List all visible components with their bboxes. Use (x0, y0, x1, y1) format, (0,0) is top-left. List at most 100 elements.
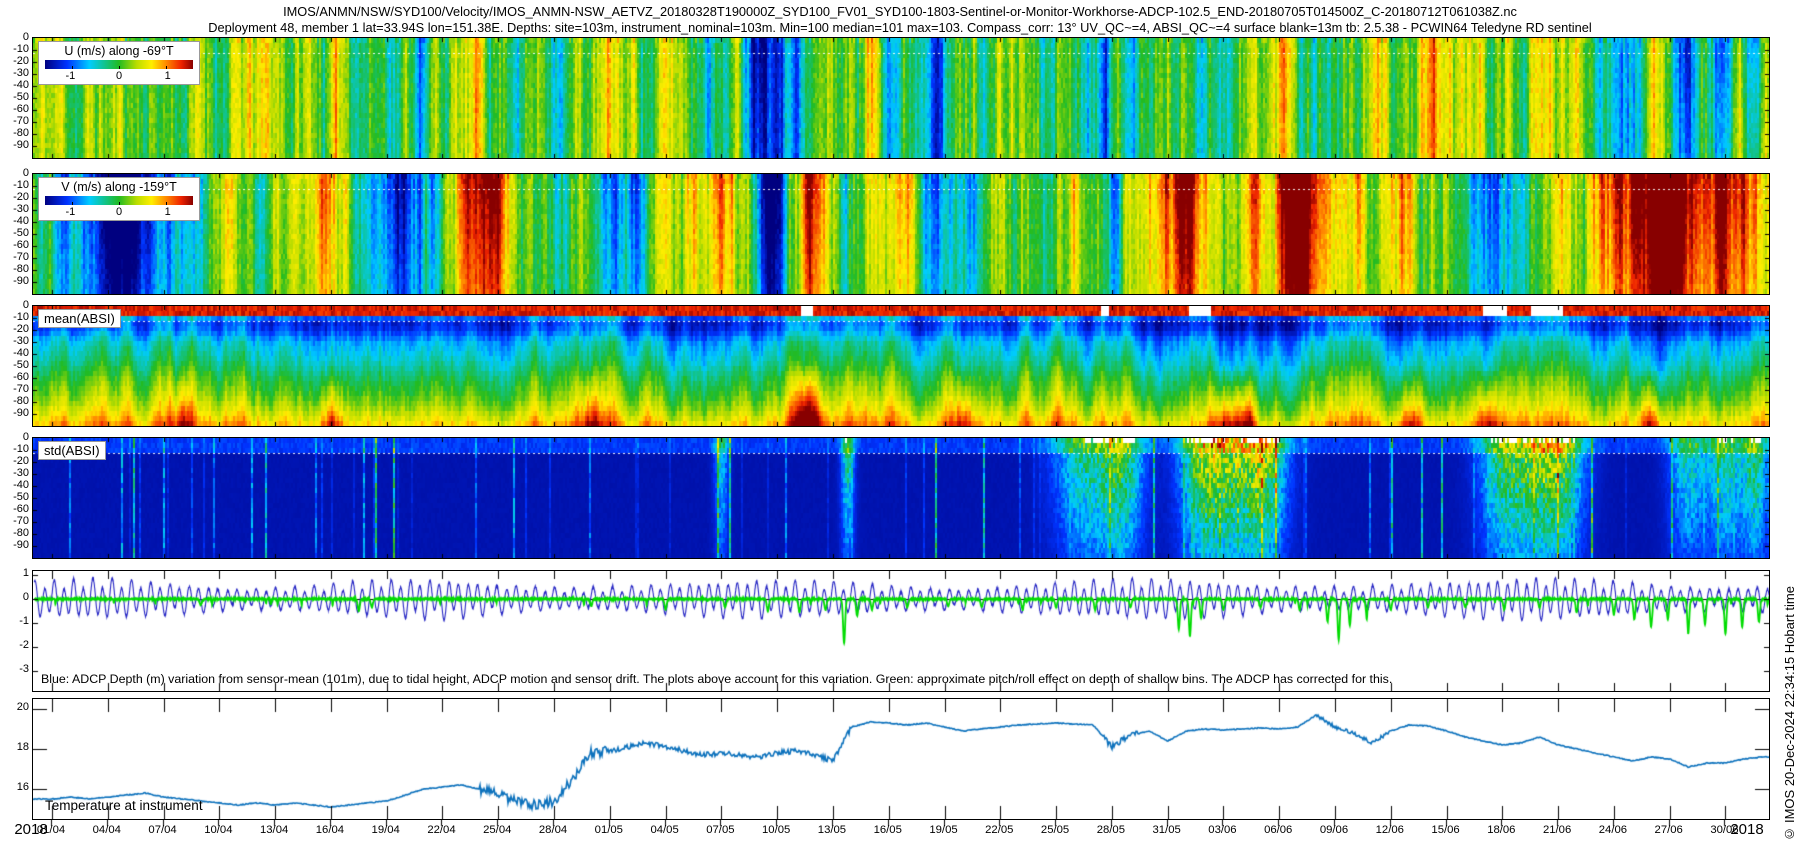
y-tick-label: 0 (0, 591, 29, 603)
depth-caption: Blue: ADCP Depth (m) variation from sens… (41, 672, 1392, 686)
y-tick-label: -40 (0, 215, 29, 227)
x-tick-label: 13/04 (260, 824, 288, 836)
y-tick-label: -60 (0, 103, 29, 115)
y-tick-label: -1 (0, 615, 29, 627)
colorbar-label: -1 (65, 70, 75, 82)
y-tick-label: -10 (0, 311, 29, 323)
v-colorbar (45, 196, 193, 205)
colorbar-label: 0 (116, 206, 122, 218)
x-tick-label: 06/06 (1264, 824, 1292, 836)
x-tick-label: 10/04 (204, 824, 232, 836)
y-tick-label: -80 (0, 527, 29, 539)
y-tick-label: 20 (0, 701, 29, 713)
v-colorbar-labels: -1 0 1 (43, 205, 195, 218)
x-tick-label: 28/04 (539, 824, 567, 836)
x-tick-label: 16/05 (874, 824, 902, 836)
y-tick-label: -80 (0, 127, 29, 139)
x-tick-label: 18/06 (1487, 824, 1515, 836)
x-axis: 2018 2018 01/0404/0407/0410/0413/0416/04… (32, 821, 1768, 841)
y-tick-label: 18 (0, 741, 29, 753)
mean-absi-heatmap (33, 306, 1769, 426)
y-tick-label: -90 (0, 275, 29, 287)
x-tick-label: 24/06 (1599, 824, 1627, 836)
y-tick-label: -50 (0, 227, 29, 239)
x-tick-label: 03/06 (1208, 824, 1236, 836)
x-tick-label: 10/05 (762, 824, 790, 836)
y-tick-label: 1 (0, 567, 29, 579)
x-tick-label: 19/05 (929, 824, 957, 836)
y-tick-label: -3 (0, 663, 29, 675)
y-tick-label: -50 (0, 491, 29, 503)
y-tick-label: -90 (0, 539, 29, 551)
panel-temperature: Temperature at instrument (32, 698, 1770, 820)
y-tick-label: -70 (0, 383, 29, 395)
y-tick-label: 0 (0, 31, 29, 43)
u-colorbar-labels: -1 0 1 (43, 69, 195, 82)
x-tick-label: 04/04 (93, 824, 121, 836)
x-tick-label: 01/04 (37, 824, 65, 836)
y-tick-label: -30 (0, 335, 29, 347)
panel-v-velocity: V (m/s) along -159°T -1 0 1 (32, 173, 1770, 295)
v-velocity-heatmap (33, 174, 1769, 294)
colorbar-label: 0 (116, 70, 122, 82)
panel-u-velocity: U (m/s) along -69°T -1 0 1 (32, 37, 1770, 159)
std-absi-label: std(ABSI) (38, 441, 106, 460)
x-tick-label: 21/06 (1543, 824, 1571, 836)
x-tick-label: 15/06 (1431, 824, 1459, 836)
figure-subtitle: Deployment 48, member 1 lat=33.94S lon=1… (0, 20, 1800, 35)
y-tick-label: -2 (0, 639, 29, 651)
y-tick-label: -20 (0, 323, 29, 335)
y-tick-label: -10 (0, 43, 29, 55)
y-tick-label: 0 (0, 299, 29, 311)
x-tick-label: 30/06 (1710, 824, 1738, 836)
x-tick-label: 04/05 (650, 824, 678, 836)
u-velocity-heatmap (33, 38, 1769, 158)
x-tick-label: 22/05 (985, 824, 1013, 836)
x-tick-label: 27/06 (1655, 824, 1683, 836)
y-tick-label: -20 (0, 455, 29, 467)
temperature-plot (33, 699, 1769, 819)
v-legend-title: V (m/s) along -159°T (43, 180, 195, 195)
u-colorbar (45, 60, 193, 69)
mean-absi-label: mean(ABSI) (38, 309, 121, 328)
x-tick-label: 07/05 (706, 824, 734, 836)
panel-depth-variation: Blue: ADCP Depth (m) variation from sens… (32, 570, 1770, 692)
adcp-figure: IMOS/ANMN/NSW/SYD100/Velocity/IMOS_ANMN-… (0, 0, 1800, 850)
temperature-label: Temperature at instrument (45, 798, 203, 813)
y-tick-label: -60 (0, 503, 29, 515)
x-tick-label: 28/05 (1097, 824, 1125, 836)
y-tick-label: -90 (0, 407, 29, 419)
y-tick-label: -30 (0, 203, 29, 215)
panel-mean-absi: mean(ABSI) (32, 305, 1770, 427)
y-tick-label: -10 (0, 443, 29, 455)
y-tick-label: -50 (0, 91, 29, 103)
y-tick-label: -80 (0, 395, 29, 407)
v-colorbar-legend: V (m/s) along -159°T -1 0 1 (38, 177, 200, 221)
colorbar-label: -1 (65, 206, 75, 218)
x-tick-label: 31/05 (1152, 824, 1180, 836)
y-tick-label: -10 (0, 179, 29, 191)
u-colorbar-legend: U (m/s) along -69°T -1 0 1 (38, 41, 200, 85)
y-tick-label: -70 (0, 515, 29, 527)
y-tick-label: -60 (0, 371, 29, 383)
colorbar-label: 1 (165, 70, 171, 82)
y-tick-label: 0 (0, 167, 29, 179)
x-tick-label: 25/05 (1041, 824, 1069, 836)
x-tick-label: 22/04 (427, 824, 455, 836)
copyright-watermark: © IMOS 20-Dec-2024 22:34:15 Hobart time (1782, 586, 1797, 842)
y-tick-label: -30 (0, 467, 29, 479)
x-tick-label: 07/04 (148, 824, 176, 836)
y-tick-label: -20 (0, 191, 29, 203)
x-tick-label: 09/06 (1320, 824, 1348, 836)
y-tick-label: -40 (0, 479, 29, 491)
u-legend-title: U (m/s) along -69°T (43, 44, 195, 59)
panel-std-absi: std(ABSI) (32, 437, 1770, 559)
x-tick-label: 25/04 (483, 824, 511, 836)
y-tick-label: -70 (0, 115, 29, 127)
x-tick-label: 13/05 (818, 824, 846, 836)
y-tick-label: -40 (0, 347, 29, 359)
x-tick-label: 16/04 (316, 824, 344, 836)
x-tick-label: 01/05 (595, 824, 623, 836)
std-absi-heatmap (33, 438, 1769, 558)
y-tick-label: -50 (0, 359, 29, 371)
